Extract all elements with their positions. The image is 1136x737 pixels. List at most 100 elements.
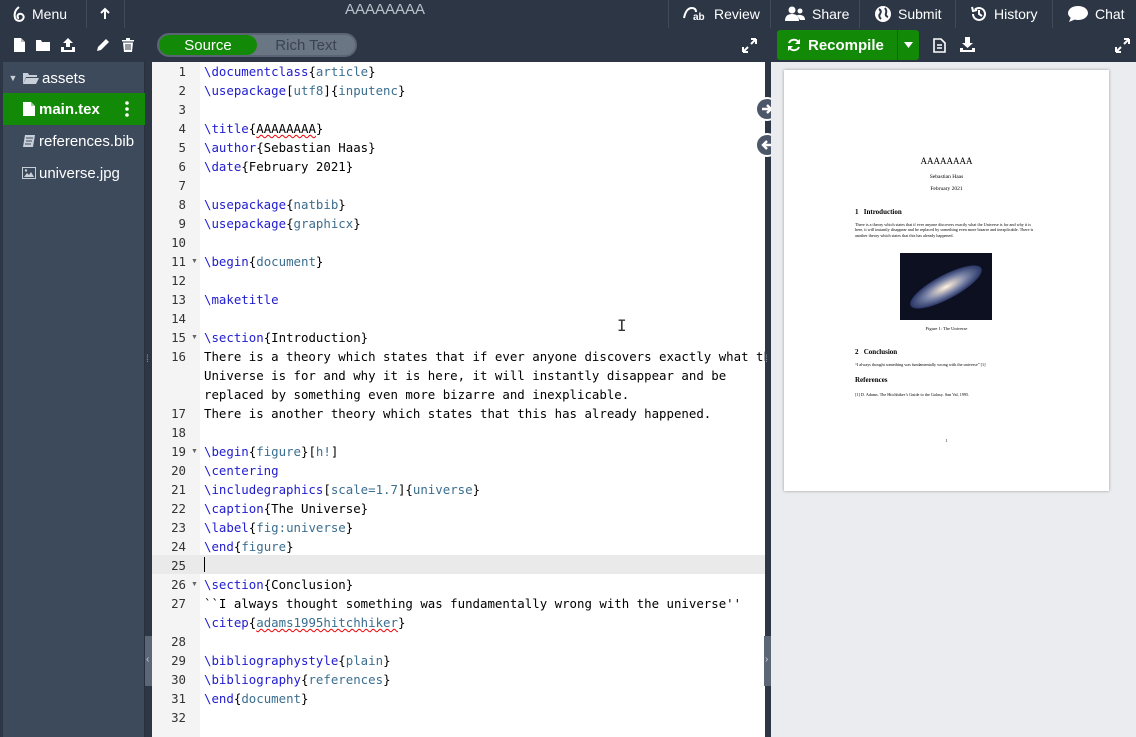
collapse-sidebar-toggle[interactable]: ‹ <box>145 636 152 686</box>
recompile-options-button[interactable] <box>897 30 919 60</box>
code-line[interactable]: \usepackage[utf8]{inputenc} <box>204 81 405 100</box>
code-line[interactable]: \author{Sebastian Haas} <box>204 138 376 157</box>
code-line[interactable]: Universe is for and why it is here, it w… <box>204 366 726 385</box>
chevron-down-icon[interactable]: ▼ <box>3 73 23 83</box>
divider <box>955 0 956 28</box>
divider <box>86 0 87 28</box>
expand-icon[interactable] <box>742 38 757 53</box>
pdf-page[interactable]: AAAAAAAA Sebastian Haas February 2021 1 … <box>784 70 1109 491</box>
divider <box>1052 0 1053 28</box>
menu-button[interactable]: Menu <box>12 0 67 28</box>
download-icon[interactable] <box>960 37 975 52</box>
line-number: 23 <box>171 520 186 535</box>
code-line[interactable]: \section{Introduction} <box>204 328 368 347</box>
file-options-menu-icon[interactable] <box>125 101 129 117</box>
back-to-projects-button[interactable] <box>99 0 111 28</box>
file-icon <box>23 102 35 116</box>
code-line[interactable]: \bibliographystyle{plain} <box>204 651 391 670</box>
chat-button[interactable]: Chat <box>1067 0 1125 28</box>
line-number: 30 <box>171 672 186 687</box>
line-number: 19 <box>171 444 186 459</box>
code-line[interactable]: There is a theory which states that if e… <box>204 347 778 366</box>
grip-icon: ⁞ <box>765 354 768 365</box>
source-mode-button[interactable]: Source <box>159 35 257 55</box>
pdf-figure-caption: Figure 1: The Universe <box>925 326 968 331</box>
svg-text:ab: ab <box>693 12 705 22</box>
fold-toggle-icon[interactable]: ▼ <box>191 442 198 461</box>
code-line[interactable]: \begin{document} <box>204 252 323 271</box>
fold-toggle-icon[interactable]: ▼ <box>191 575 198 594</box>
rename-icon[interactable] <box>96 38 110 52</box>
tree-file-references-bib[interactable]: references.bib <box>3 125 145 157</box>
code-line[interactable]: There is another theory which states tha… <box>204 404 711 423</box>
tree-file-universe-jpg[interactable]: universe.jpg <box>3 157 145 189</box>
code-line[interactable]: \end{document} <box>204 689 308 708</box>
code-line[interactable]: \includegraphics[scale=1.7]{universe} <box>204 480 480 499</box>
code-line[interactable]: \date{February 2021} <box>204 157 353 176</box>
line-number: 9 <box>178 216 186 231</box>
fold-toggle-icon[interactable]: ▼ <box>191 252 198 271</box>
rich-text-mode-button[interactable]: Rich Text <box>257 35 355 55</box>
upload-icon[interactable] <box>61 38 75 52</box>
code-line[interactable]: \title{AAAAAAAA} <box>204 119 323 138</box>
file-tree: ▼ assets main.tex references.bib univers… <box>3 62 145 737</box>
tree-item-label: main.tex <box>39 100 100 118</box>
review-icon: ab <box>683 6 705 22</box>
code-line[interactable]: \usepackage{natbib} <box>204 195 346 214</box>
history-icon <box>971 6 986 21</box>
code-line[interactable]: \end{figure} <box>204 537 294 556</box>
expand-icon[interactable] <box>1115 38 1130 53</box>
pdf-section-title: Conclusion <box>863 348 898 356</box>
line-number: 32 <box>171 710 186 725</box>
line-number: 11 <box>171 254 186 269</box>
review-button[interactable]: ab Review <box>682 0 760 28</box>
pdf-page-number: 1 <box>945 438 948 443</box>
recompile-button[interactable]: Recompile <box>777 30 919 60</box>
line-number: 21 <box>171 482 186 497</box>
history-button[interactable]: History <box>970 0 1038 28</box>
line-number: 17 <box>171 406 186 421</box>
line-number: 25 <box>171 558 186 573</box>
pdf-section-heading: 1 Introduction <box>855 208 902 216</box>
pdf-references-heading: References <box>855 376 888 384</box>
code-line[interactable]: \section{Conclusion} <box>204 575 353 594</box>
code-line[interactable]: \label{fig:universe} <box>204 518 353 537</box>
submit-button[interactable]: Submit <box>874 0 942 28</box>
grip-icon: ⁞ <box>146 354 149 365</box>
bib-file-icon <box>23 135 35 147</box>
pdf-title: AAAAAAAA <box>920 156 973 166</box>
image-file-icon <box>22 167 36 179</box>
line-number: 7 <box>178 178 186 193</box>
code-line[interactable]: \citep{adams1995hitchhiker} <box>204 613 405 632</box>
divider <box>668 0 669 28</box>
code-line[interactable]: replaced by something even more bizarre … <box>204 385 629 404</box>
text-cursor <box>204 557 205 572</box>
tree-folder-assets[interactable]: ▼ assets <box>3 62 145 94</box>
document-icon[interactable] <box>933 38 946 53</box>
caret-down-icon <box>904 42 913 48</box>
code-line[interactable]: \centering <box>204 461 279 480</box>
code-line[interactable]: \begin{figure}[h!] <box>204 442 338 461</box>
code-line[interactable]: \caption{The Universe} <box>204 499 368 518</box>
new-folder-icon[interactable] <box>36 38 50 52</box>
share-button[interactable]: Share <box>784 0 849 28</box>
fold-toggle-icon[interactable]: ▼ <box>191 328 198 347</box>
code-line[interactable]: \usepackage{graphicx} <box>204 214 361 233</box>
code-line[interactable]: \bibliography{references} <box>204 670 391 689</box>
pdf-scrollbar[interactable] <box>1128 62 1136 737</box>
delete-icon[interactable] <box>121 38 135 52</box>
code-line[interactable]: \maketitle <box>204 290 279 309</box>
new-file-icon[interactable] <box>12 38 26 52</box>
line-number: 6 <box>178 159 186 174</box>
code-line[interactable]: \documentclass{article} <box>204 62 376 81</box>
line-number: 5 <box>178 140 186 155</box>
editor-mode-toggle[interactable]: Source Rich Text <box>157 33 357 57</box>
project-title[interactable]: AAAAAAAA <box>300 0 470 20</box>
line-number: 13 <box>171 292 186 307</box>
code-line[interactable]: ``I always thought something was fundame… <box>204 594 741 613</box>
recompile-label: Recompile <box>808 36 884 54</box>
share-icon <box>785 6 805 21</box>
pdf-paragraph: “I always thought something was fundamen… <box>855 362 986 367</box>
tree-file-main-tex[interactable]: main.tex <box>3 93 145 125</box>
collapse-preview-toggle[interactable]: › <box>764 636 771 686</box>
